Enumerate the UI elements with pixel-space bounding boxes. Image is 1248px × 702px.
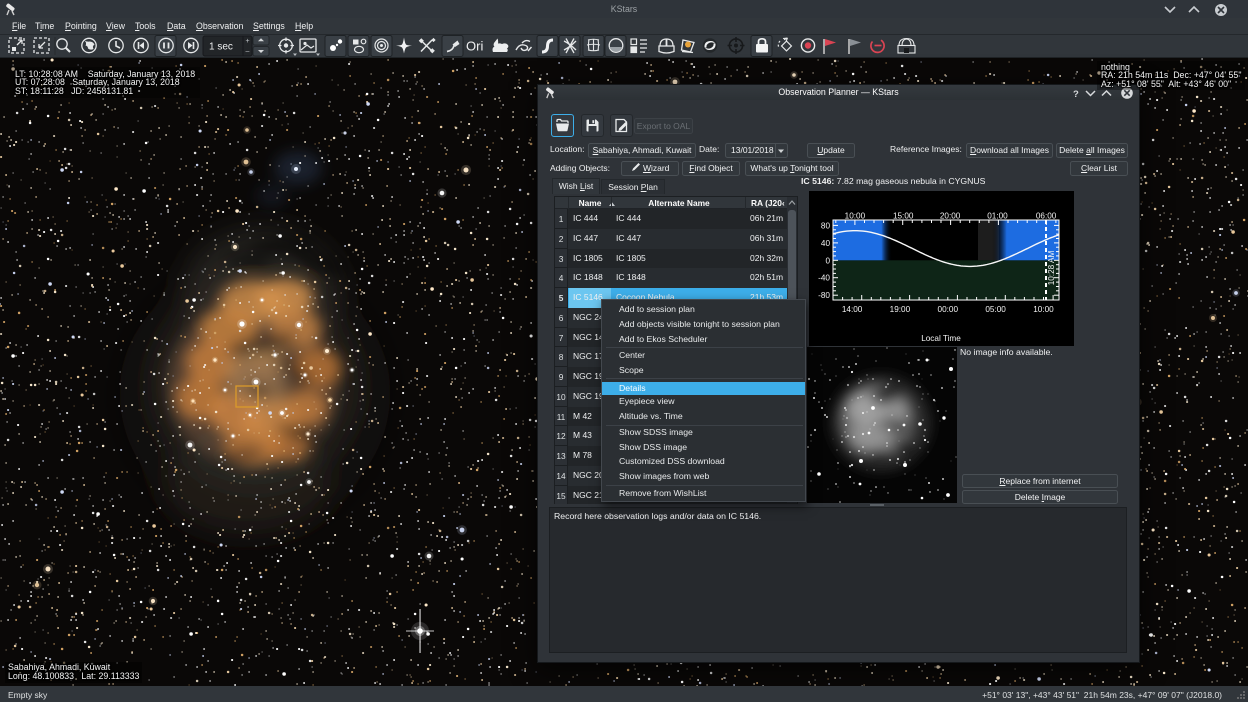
svg-text:06:00: 06:00 xyxy=(1036,212,1057,221)
svg-text:-40: -40 xyxy=(818,274,830,283)
svg-text:80: 80 xyxy=(821,221,831,230)
svg-text:15:00: 15:00 xyxy=(893,212,914,221)
svg-text:10:28 AM: 10:28 AM xyxy=(1047,251,1056,286)
svg-text:–: – xyxy=(246,48,250,55)
svg-text:+: + xyxy=(246,38,250,45)
svg-text:01:00: 01:00 xyxy=(987,212,1008,221)
svg-text:?: ? xyxy=(1073,89,1079,99)
svg-text:0: 0 xyxy=(825,256,830,265)
svg-text:1 sec: 1 sec xyxy=(209,42,233,53)
svg-text:Ori: Ori xyxy=(466,39,483,54)
svg-text:14:00: 14:00 xyxy=(842,305,863,314)
svg-text:40: 40 xyxy=(821,239,831,248)
svg-text:Local Time: Local Time xyxy=(921,334,961,343)
svg-text:05:00: 05:00 xyxy=(985,305,1006,314)
svg-text:19:00: 19:00 xyxy=(890,305,911,314)
svg-text:10:00: 10:00 xyxy=(1033,305,1054,314)
svg-text:10:00: 10:00 xyxy=(845,212,866,221)
svg-text:20:00: 20:00 xyxy=(940,212,961,221)
svg-text:00:00: 00:00 xyxy=(938,305,959,314)
svg-text:-80: -80 xyxy=(818,291,830,300)
